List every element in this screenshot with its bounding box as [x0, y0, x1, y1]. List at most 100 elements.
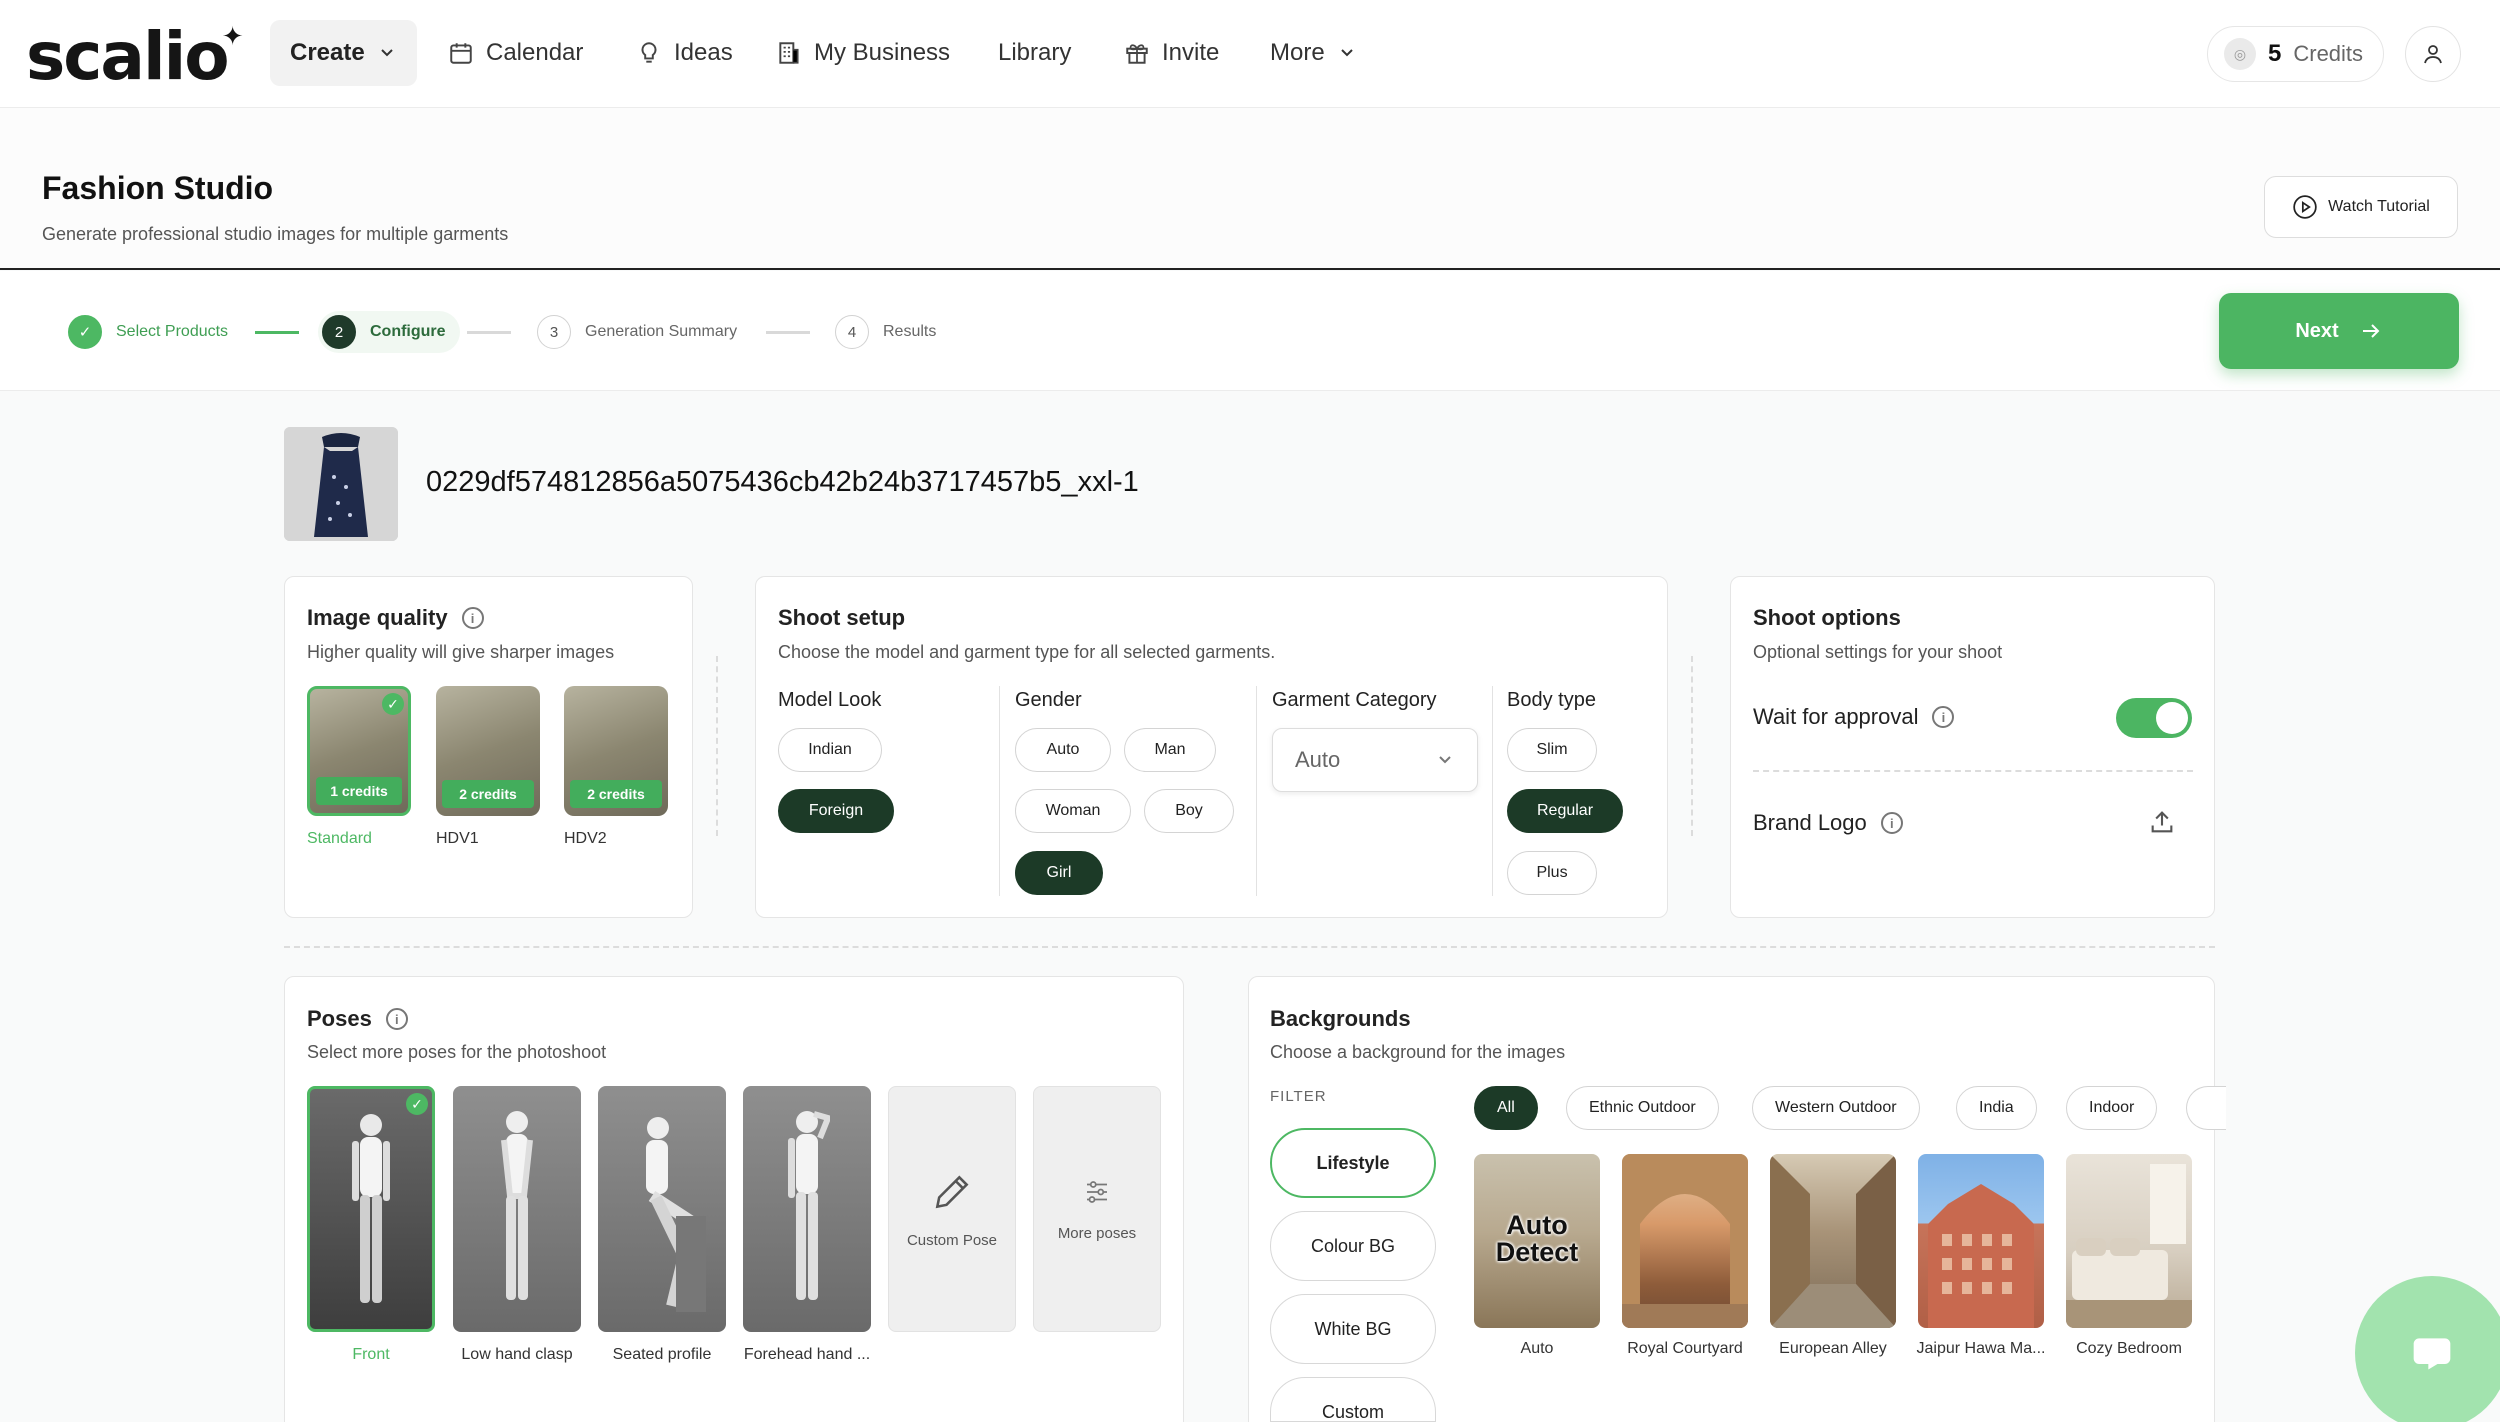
quality-option-standard[interactable]: ✓ 1 credits [307, 686, 411, 816]
user-avatar-button[interactable] [2405, 26, 2461, 82]
coin-icon: ◎ [2224, 38, 2256, 70]
chevron-down-icon [1439, 756, 1451, 764]
nav-my-business-label: My Business [814, 39, 951, 66]
step-select-products[interactable]: ✓ Select Products [68, 311, 228, 353]
shoot-setup-title: Shoot setup [778, 605, 906, 630]
pose-front[interactable]: ✓ [307, 1086, 435, 1332]
brand-logo-label: Brand Logo [1753, 810, 1867, 835]
pose-seated-profile[interactable] [598, 1086, 726, 1332]
info-icon[interactable]: i [385, 1008, 408, 1030]
chip-overflow[interactable] [2186, 1086, 2226, 1130]
step-configure[interactable]: 2 Configure [318, 311, 460, 353]
chip-western-outdoor[interactable]: Western Outdoor [1752, 1086, 1920, 1130]
nav-more[interactable]: More [1250, 20, 1377, 86]
quality-label: HDV1 [436, 830, 479, 847]
step-connector [255, 331, 299, 334]
body-type-regular[interactable]: Regular [1507, 789, 1623, 833]
row-divider [1753, 770, 2193, 772]
step-label: Select Products [116, 323, 229, 340]
pose-forehead-hand[interactable] [743, 1086, 871, 1332]
info-icon[interactable]: i [1932, 706, 1955, 728]
bg-jaipur-hawa-mahal-card[interactable] [1918, 1154, 2044, 1328]
bg-royal-courtyard-card[interactable] [1622, 1154, 1748, 1328]
page-subtitle: Generate professional studio images for … [42, 224, 509, 244]
pose-low-hand-clasp[interactable] [453, 1086, 581, 1332]
gender-girl[interactable]: Girl [1015, 851, 1103, 895]
nav-calendar-label: Calendar [486, 39, 584, 66]
bg-type-white[interactable]: White BG [1270, 1294, 1436, 1364]
sliders-icon [1087, 1180, 1107, 1203]
step-results[interactable]: 4 Results [835, 311, 936, 353]
bg-label: Cozy Bedroom [2076, 1340, 2182, 1357]
create-menu-button[interactable]: Create [270, 20, 417, 86]
next-label: Next [2295, 319, 2339, 342]
nav-library[interactable]: Library [978, 20, 1091, 86]
info-icon[interactable]: i [1880, 812, 1903, 834]
page-title: Fashion Studio [42, 170, 274, 206]
palace-illustration [1928, 1184, 2034, 1328]
section-divider [716, 656, 718, 836]
nav-calendar[interactable]: Calendar [428, 20, 603, 86]
quality-option-hdv1[interactable]: 2 credits [436, 686, 540, 816]
product-thumbnail[interactable] [284, 427, 398, 541]
nav-invite[interactable]: Invite [1104, 20, 1239, 86]
chip-ethnic-outdoor[interactable]: Ethnic Outdoor [1566, 1086, 1719, 1130]
check-icon: ✓ [382, 693, 404, 715]
nav-my-business[interactable]: My Business [756, 20, 970, 86]
image-quality-title: Image quality i [307, 605, 484, 631]
quality-option-hdv2[interactable]: 2 credits [564, 686, 668, 816]
more-poses-button[interactable]: More poses [1033, 1086, 1161, 1332]
body-type-slim[interactable]: Slim [1507, 728, 1597, 772]
lightbulb-icon [641, 42, 657, 63]
garment-category-select[interactable]: Auto [1272, 728, 1478, 792]
gender-man[interactable]: Man [1124, 728, 1216, 772]
chevron-down-icon [1340, 49, 1353, 57]
gender-boy[interactable]: Boy [1144, 789, 1234, 833]
chip-all[interactable]: All [1474, 1086, 1538, 1130]
logo[interactable]: scalio ✦ [26, 18, 244, 95]
gender-label: Gender [1015, 689, 1082, 711]
wait-for-approval-row: Wait for approval i [1753, 704, 1955, 730]
bg-type-lifestyle[interactable]: Lifestyle [1270, 1128, 1436, 1198]
stepper: ✓ Select Products 2 Configure 3 Generati… [0, 271, 2500, 391]
credits-badge[interactable]: ◎ 5 Credits [2207, 26, 2385, 82]
credits-label: Credits [2293, 41, 2364, 66]
step-number: 4 [835, 315, 869, 349]
step-label: Results [883, 323, 937, 340]
info-icon[interactable]: i [461, 607, 484, 629]
gender-woman[interactable]: Woman [1015, 789, 1131, 833]
custom-pose-button[interactable]: Custom Pose [888, 1086, 1016, 1332]
pose-label: Seated profile [612, 1346, 712, 1363]
gender-auto[interactable]: Auto [1015, 728, 1111, 772]
column-divider [1256, 686, 1257, 896]
chip-indoor[interactable]: Indoor [2066, 1086, 2158, 1130]
top-nav: scalio ✦ Create Calendar Ideas My Busines… [0, 0, 2500, 108]
bg-type-colour[interactable]: Colour BG [1270, 1211, 1436, 1281]
wait-for-approval-toggle[interactable] [2116, 698, 2192, 738]
backgrounds-subtitle: Choose a background for the images [1270, 1042, 1566, 1062]
bg-type-custom[interactable]: Custom [1270, 1377, 1436, 1422]
bg-cozy-bedroom-card[interactable] [2066, 1154, 2192, 1328]
pose-label: Forehead hand ... [743, 1346, 871, 1363]
poses-title-text: Poses [307, 1006, 372, 1031]
step-generation-summary[interactable]: 3 Generation Summary [537, 311, 737, 353]
check-icon: ✓ [68, 315, 102, 349]
watch-tutorial-button[interactable]: Watch Tutorial [2264, 176, 2458, 238]
nav-library-label: Library [998, 39, 1072, 66]
model-look-foreign[interactable]: Foreign [778, 789, 894, 833]
model-look-indian[interactable]: Indian [778, 728, 882, 772]
chip-india[interactable]: India [1956, 1086, 2037, 1130]
body-type-plus[interactable]: Plus [1507, 851, 1597, 895]
bg-label: Royal Courtyard [1627, 1340, 1743, 1357]
shoot-options-subtitle: Optional settings for your shoot [1753, 642, 2003, 662]
pose-label: Front [352, 1346, 390, 1363]
alley-illustration [1770, 1154, 1896, 1328]
upload-icon[interactable] [2148, 808, 2176, 836]
bg-european-alley-card[interactable] [1770, 1154, 1896, 1328]
bg-auto-card[interactable]: Auto Detect [1474, 1154, 1600, 1328]
calendar-icon [450, 43, 472, 64]
chat-support-button[interactable] [2355, 1276, 2500, 1422]
next-button[interactable]: Next [2219, 293, 2459, 369]
create-label: Create [290, 39, 365, 66]
nav-ideas[interactable]: Ideas [616, 20, 753, 86]
